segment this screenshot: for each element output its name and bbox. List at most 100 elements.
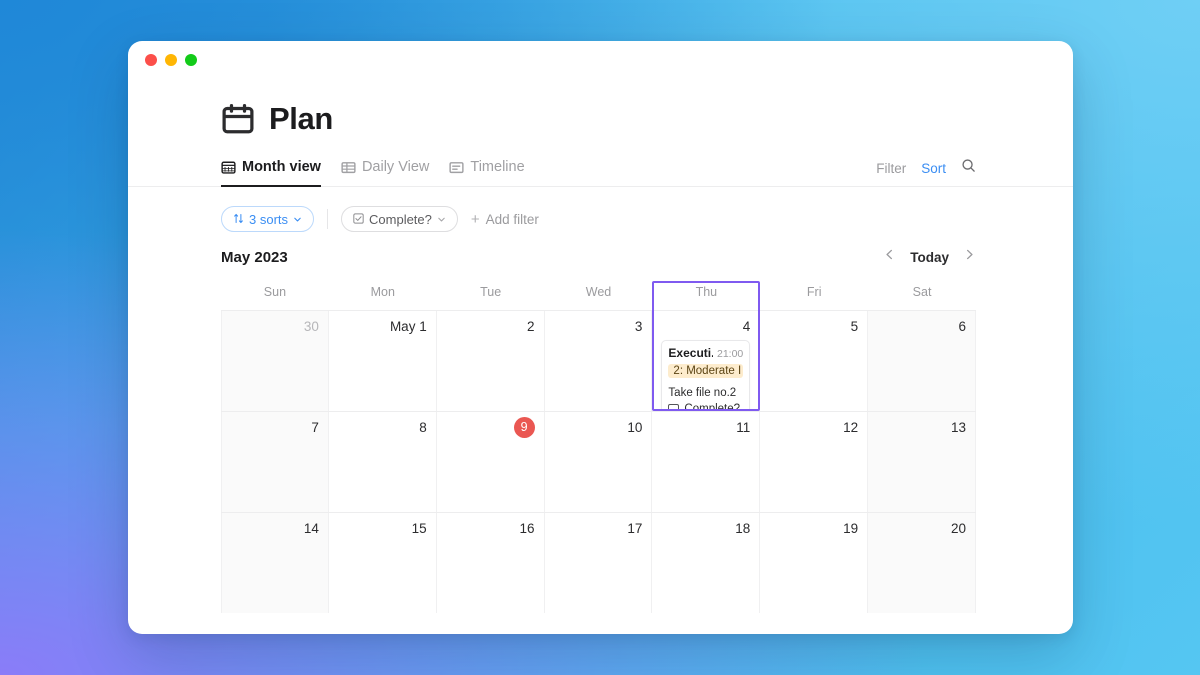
tab-month-view[interactable]: Month view [221, 155, 321, 187]
calendar-day-cell[interactable]: 9 [436, 412, 545, 512]
weekday-sat: Sat [912, 285, 932, 299]
timeline-icon [449, 160, 464, 175]
property-filter-chip[interactable]: Complete? [341, 206, 458, 232]
calendar-month-header: May 2023 Today [128, 235, 1073, 269]
tab-timeline[interactable]: Timeline [449, 155, 525, 186]
property-filter-chip-label: Complete? [369, 211, 432, 227]
weekday-sun: Sun [263, 285, 287, 299]
day-number: 16 [519, 521, 535, 536]
calendar-day-cell[interactable]: 13 [868, 412, 976, 512]
day-number: 6 [958, 319, 966, 334]
event-card[interactable]: Executi... 21:00 2: Moderate I Take file no… [661, 340, 751, 411]
calendar-day-cell[interactable]: 10 [544, 412, 653, 512]
day-number: 7 [311, 420, 319, 435]
plus-icon: + [470, 210, 480, 228]
day-number: 8 [419, 420, 427, 435]
calendar-day-cell[interactable]: 14 [221, 513, 329, 613]
day-number: 17 [627, 521, 643, 536]
close-window-button[interactable] [145, 54, 157, 66]
calendar-day-cell[interactable]: 19 [760, 513, 869, 613]
day-number: May 1 [389, 319, 427, 334]
app-window: Plan Month view Daily View Timeline Filt… [128, 41, 1073, 634]
event-complete-label: Complete? [684, 403, 741, 411]
calendar-week-row: 14 15 16 17 18 19 20 [221, 512, 976, 613]
calendar-week-row: 7 8 9 10 11 12 13 [221, 411, 976, 512]
day-number: 5 [850, 319, 859, 334]
day-number: 30 [303, 319, 319, 334]
event-note: Take file no.2 [668, 387, 737, 399]
calendar-day-cell[interactable]: 30 [221, 311, 329, 411]
weekday-mon: Mon [370, 285, 395, 299]
zoom-window-button[interactable] [185, 54, 197, 66]
day-number: 4 [742, 319, 751, 334]
day-number: 13 [950, 420, 966, 435]
view-tabs-bar: Month view Daily View Timeline Filter So… [128, 156, 1073, 187]
weekday-header-row: Sun Mon Tue Wed Thu Fri Sat [221, 281, 976, 310]
minimize-window-button[interactable] [165, 54, 177, 66]
calendar-week-row: 30 May 1 2 3 4 Executi... 21:00 2: Moderate I Ta… [221, 310, 976, 411]
calendar-day-cell[interactable]: 2 [436, 311, 545, 411]
calendar: Sun Mon Tue Wed Thu Fri Sat 30 May 1 2 3 4 Executi.… [128, 281, 1073, 613]
calendar-day-cell[interactable]: 6 [868, 311, 976, 411]
event-title: Executi... [668, 346, 713, 360]
calendar-day-cell[interactable]: 12 [760, 412, 869, 512]
tab-month-view-label: Month view [242, 159, 321, 175]
checkbox-checked-icon [353, 212, 364, 227]
tab-daily-view[interactable]: Daily View [341, 155, 429, 186]
calendar-icon [221, 102, 255, 136]
event-complete-checkbox-row[interactable]: Complete? [668, 403, 743, 411]
sort-button[interactable]: Sort [921, 161, 946, 176]
day-number: 15 [411, 521, 427, 536]
calendar-day-cell[interactable]: 11 [652, 412, 761, 512]
calendar-grid: Sun Mon Tue Wed Thu Fri Sat 30 May 1 2 3 4 Executi.… [221, 281, 976, 613]
filter-bar-divider [327, 209, 329, 229]
sorts-chip[interactable]: 3 sorts [221, 206, 315, 232]
search-icon[interactable] [961, 158, 976, 178]
day-number: 2 [527, 319, 535, 334]
calendar-day-cell[interactable]: 18 [652, 513, 761, 613]
calendar-day-cell[interactable]: 20 [868, 513, 976, 613]
day-number: 3 [634, 319, 643, 334]
add-filter-button[interactable]: + Add filter [471, 212, 539, 227]
day-number: 19 [843, 521, 859, 536]
checkbox-icon[interactable] [668, 403, 680, 411]
calendar-day-cell[interactable]: 3 [544, 311, 653, 411]
calendar-day-cell[interactable]: 8 [328, 412, 437, 512]
calendar-day-cell[interactable]: 15 [328, 513, 437, 613]
month-label: May 2023 [221, 248, 288, 266]
day-number: 20 [950, 521, 966, 536]
sort-arrows-icon [233, 212, 244, 227]
day-number: 18 [735, 521, 751, 536]
filter-bar: 3 sorts Complete? + Add filter [128, 187, 1073, 235]
add-filter-label: Add filter [485, 211, 539, 227]
page-content: Plan Month view Daily View Timeline Filt… [128, 79, 1073, 613]
chevron-down-icon [437, 212, 446, 227]
view-tools: Filter Sort [876, 158, 976, 186]
page-title: Plan [269, 101, 333, 136]
weekday-wed: Wed [585, 285, 612, 299]
filter-button[interactable]: Filter [876, 161, 906, 176]
calendar-day-cell[interactable]: May 1 [328, 311, 437, 411]
tab-daily-view-label: Daily View [361, 159, 430, 175]
calendar-nav: Today [883, 248, 976, 266]
event-time: 21:00 [717, 348, 744, 360]
calendar-day-cell[interactable]: 5 [760, 311, 869, 411]
day-number: 12 [843, 420, 859, 435]
event-priority-badge: 2: Moderate I [668, 364, 744, 378]
view-tabs: Month view Daily View Timeline [221, 155, 525, 187]
table-icon [341, 160, 356, 175]
day-number: 11 [736, 420, 751, 435]
sorts-chip-label: 3 sorts [249, 211, 289, 227]
calendar-day-cell[interactable]: 17 [544, 513, 653, 613]
calendar-day-cell[interactable]: 4 Executi... 21:00 2: Moderate I Take file n… [652, 311, 761, 411]
chevron-left-icon[interactable] [883, 248, 896, 266]
weekday-thu: Thu [695, 285, 718, 299]
event-card-header: Executi... 21:00 [668, 346, 743, 360]
calendar-day-cell[interactable]: 7 [221, 412, 329, 512]
calendar-weeks: 30 May 1 2 3 4 Executi... 21:00 2: Moderate I Ta… [221, 310, 976, 613]
calendar-day-cell[interactable]: 16 [436, 513, 545, 613]
window-titlebar [128, 41, 1073, 79]
today-button[interactable]: Today [910, 250, 949, 265]
day-number: 14 [303, 521, 319, 536]
chevron-right-icon[interactable] [963, 248, 976, 266]
